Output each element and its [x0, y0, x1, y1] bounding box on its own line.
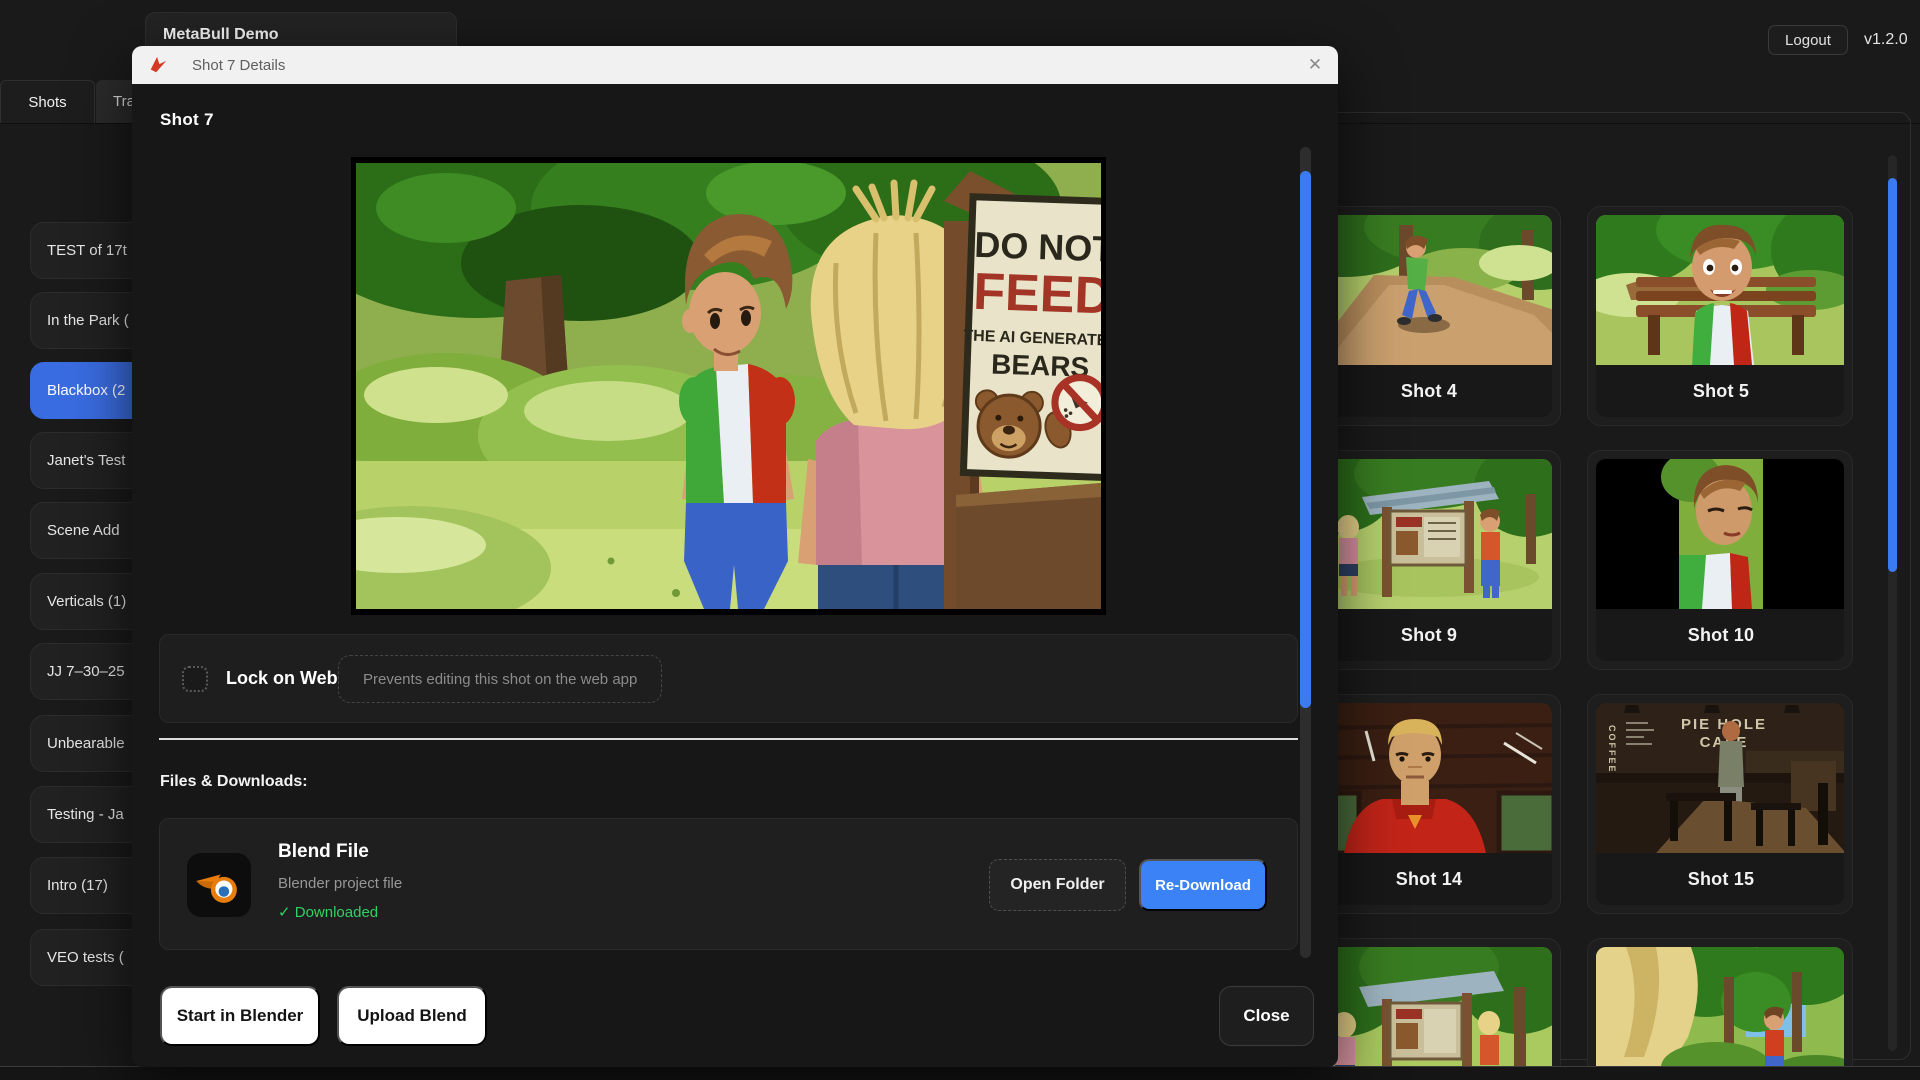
app-logo-icon — [148, 55, 168, 75]
shot-preview-image: DO NOT FEED THE AI GENERATED BEARS — [351, 157, 1106, 615]
shot-5-thumbnail — [1596, 215, 1844, 365]
app-version: v1.2.0 — [1864, 31, 1908, 49]
shot-4-thumbnail — [1304, 215, 1552, 365]
shot-details-modal: Shot 7 Details ✕ Shot 7 — [132, 46, 1338, 1067]
open-folder-button[interactable]: Open Folder — [989, 859, 1126, 911]
shot-preview-scene: DO NOT FEED THE AI GENERATED BEARS — [356, 163, 1101, 609]
tab-shots[interactable]: Shots — [0, 80, 95, 123]
shot-15-scene: COFFEE PIE HOLE CAFE — [1596, 703, 1844, 853]
shot-card-10[interactable]: Shot 10 — [1587, 450, 1853, 670]
lock-on-web-label: Lock on Web — [226, 668, 338, 689]
shot-card-title: Shot 15 — [1596, 853, 1844, 905]
lock-on-web-row: Lock on Web Prevents editing this shot o… — [159, 634, 1298, 723]
sign-line-2: FEED — [972, 263, 1101, 326]
shot-card-15[interactable]: COFFEE PIE HOLE CAFE — [1587, 694, 1853, 914]
upload-blend-button[interactable]: Upload Blend — [337, 986, 487, 1046]
logout-button[interactable]: Logout — [1768, 25, 1848, 55]
bottom-panel-edge — [0, 1066, 1920, 1080]
close-button[interactable]: Close — [1219, 986, 1314, 1046]
shot-5-scene — [1596, 215, 1844, 365]
shot-card-title: Shot 14 — [1304, 853, 1552, 905]
shot-9-scene — [1304, 459, 1552, 609]
shot-card-title: Shot 9 — [1304, 609, 1552, 661]
shot-partial-right-thumbnail — [1596, 947, 1844, 1080]
shot-card-title: Shot 5 — [1596, 365, 1844, 417]
modal-title: Shot 7 Details — [192, 57, 285, 74]
close-icon[interactable]: ✕ — [1304, 54, 1326, 76]
blend-file-card: Blend File Blender project file ✓ Downlo… — [159, 818, 1298, 950]
shot-4-scene — [1304, 215, 1552, 365]
file-download-status: ✓ Downloaded — [278, 903, 378, 921]
lock-on-web-checkbox[interactable] — [182, 666, 208, 692]
shot-14-thumbnail — [1304, 703, 1552, 853]
shot-10-thumbnail — [1596, 459, 1844, 609]
shot-10-scene — [1596, 459, 1844, 609]
window-scrollbar-thumb[interactable] — [1888, 178, 1897, 572]
file-description: Blender project file — [278, 875, 402, 892]
shot-heading: Shot 7 — [160, 110, 214, 130]
section-divider — [159, 738, 1298, 740]
modal-titlebar: Shot 7 Details ✕ — [132, 46, 1338, 84]
shot-15-thumbnail: COFFEE PIE HOLE CAFE — [1596, 703, 1844, 853]
shot-9-boy — [1480, 509, 1500, 598]
project-title: MetaBull Demo — [163, 26, 279, 44]
lock-on-web-hint: Prevents editing this shot on the web ap… — [338, 655, 662, 703]
file-name: Blend File — [278, 841, 369, 863]
redownload-button[interactable]: Re-Download — [1139, 859, 1267, 911]
shot-card-title: Shot 4 — [1304, 365, 1552, 417]
shot-9-thumbnail — [1304, 459, 1552, 609]
app-window: MetaBull Demo Logout v1.2.0 Shots Tra TE… — [0, 0, 1920, 1080]
shot-partial-left-scene — [1304, 947, 1552, 1080]
blender-icon — [187, 853, 251, 917]
sign-prohibition-symbol — [1054, 377, 1101, 429]
modal-scrollbar-thumb[interactable] — [1300, 171, 1311, 708]
shot-partial-right-scene — [1596, 947, 1844, 1080]
shot-14-scene — [1304, 703, 1552, 853]
shot-card-5[interactable]: Shot 5 — [1587, 206, 1853, 426]
shot-card-partial-right[interactable] — [1587, 938, 1853, 1080]
preview-sign: DO NOT FEED THE AI GENERATED BEARS — [944, 171, 1101, 609]
shot-15-coffee-sign: COFFEE — [1607, 725, 1617, 774]
shot-card-title: Shot 10 — [1596, 609, 1844, 661]
blender-logo-icon — [193, 859, 245, 911]
start-in-blender-button[interactable]: Start in Blender — [160, 986, 320, 1046]
files-downloads-heading: Files & Downloads: — [160, 773, 308, 791]
shot-partial-left-thumbnail — [1304, 947, 1552, 1080]
